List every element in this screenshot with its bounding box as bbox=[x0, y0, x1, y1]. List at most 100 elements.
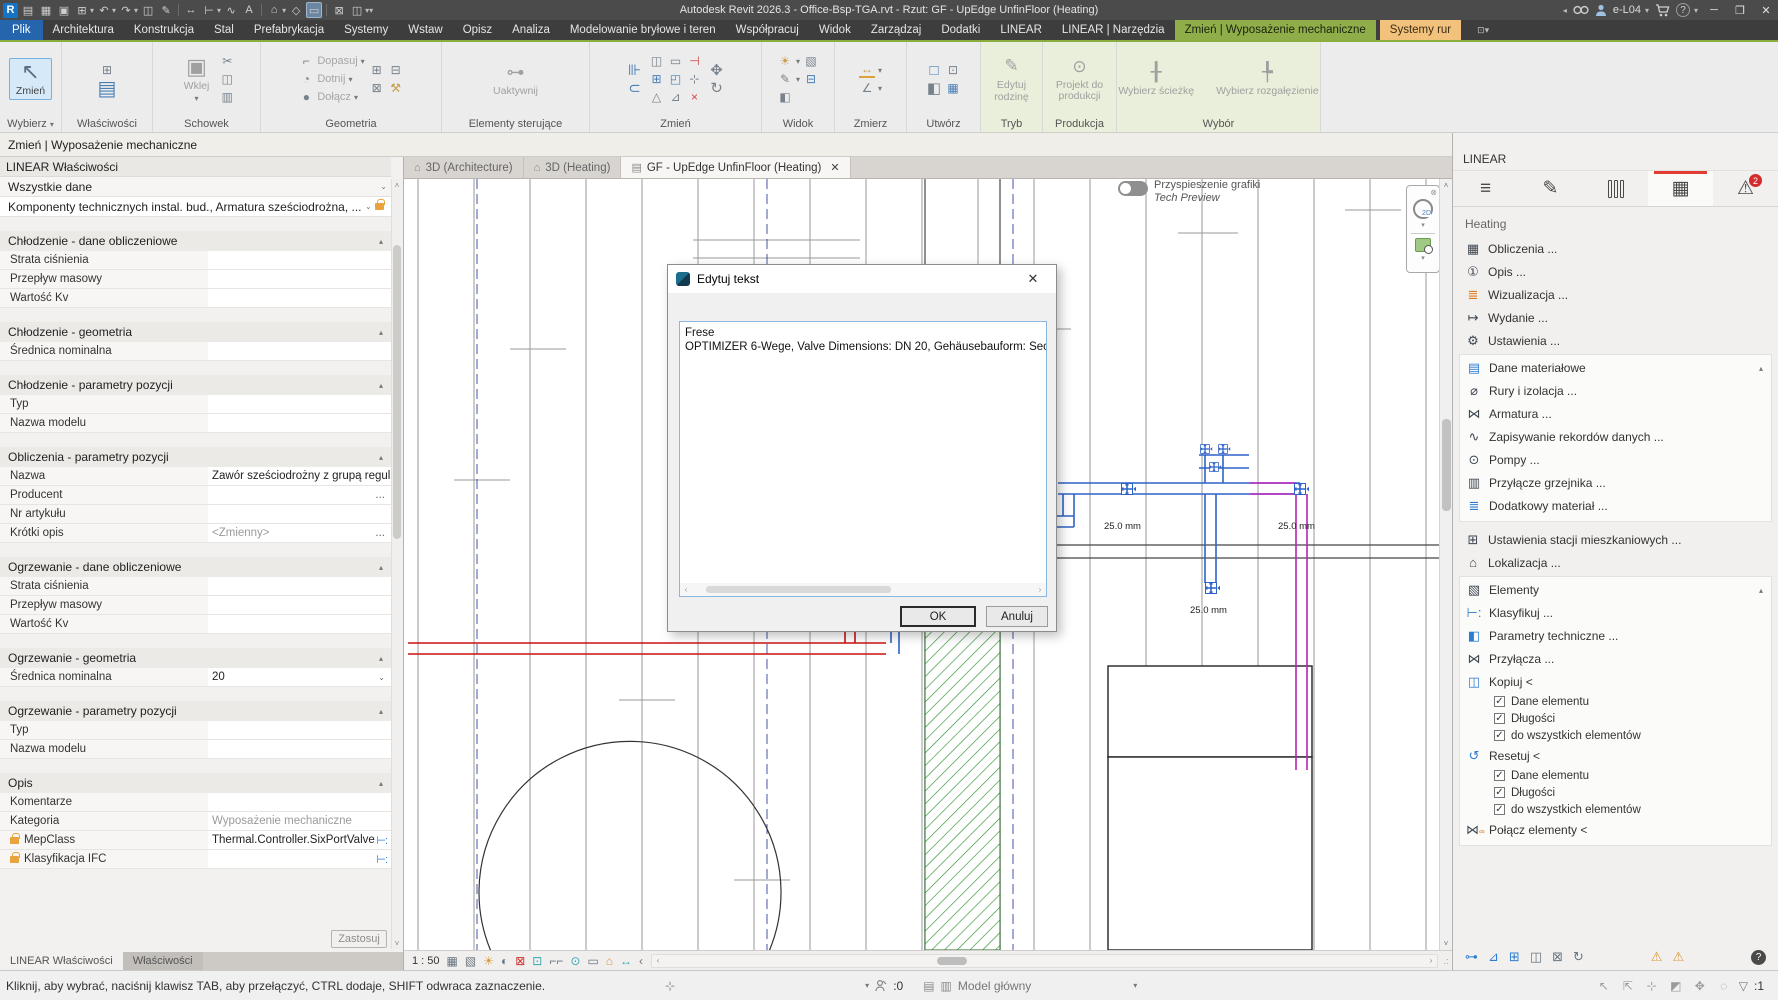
undo-caret-icon[interactable]: ▾ bbox=[112, 6, 116, 15]
dialog-close-icon[interactable]: ✕ bbox=[1018, 267, 1048, 291]
tab-wstaw[interactable]: Wstaw bbox=[398, 20, 453, 40]
scale-icon[interactable]: ⊿ bbox=[668, 89, 684, 105]
chevron-down-icon[interactable]: ▾ bbox=[1421, 254, 1425, 262]
resize-grip[interactable]: .: bbox=[1440, 956, 1452, 966]
select-branch-button[interactable]: ╄Wybierz rozgałęzienie bbox=[1210, 59, 1325, 99]
user-caret-icon[interactable]: ▾ bbox=[1645, 6, 1649, 15]
split-icon[interactable]: ◫ bbox=[649, 53, 665, 69]
trim-icon[interactable]: ⊣ bbox=[687, 53, 703, 69]
prop-value[interactable]: 20⌄ bbox=[208, 668, 391, 686]
prop-value[interactable] bbox=[208, 721, 391, 739]
scroll-left-icon[interactable]: ‹ bbox=[652, 955, 664, 967]
tab-plik[interactable]: Plik bbox=[0, 20, 43, 40]
browse-button[interactable]: ... bbox=[375, 527, 387, 539]
modify-icon[interactable]: ✎ bbox=[158, 2, 174, 18]
tab-linear[interactable]: LINEAR bbox=[990, 20, 1052, 40]
customize-qat-icon[interactable]: ▾ bbox=[369, 6, 373, 15]
checkbox-checked-icon[interactable]: ✓ bbox=[1494, 713, 1505, 724]
section-header[interactable]: Chłodzenie - dane obliczeniowe▴ bbox=[0, 231, 391, 251]
scroll-up-icon[interactable]: ˄ bbox=[1440, 179, 1452, 192]
tab-widok[interactable]: Widok bbox=[809, 20, 861, 40]
checkbox-checked-icon[interactable]: ✓ bbox=[1494, 696, 1505, 707]
create-assembly-icon[interactable]: ◧ bbox=[926, 80, 942, 96]
prop-value[interactable]: ... bbox=[208, 486, 391, 504]
menu-opis[interactable]: ①Opis ... bbox=[1459, 260, 1772, 283]
prop-value[interactable]: Zawór sześciodrożny z grupą regulacy bbox=[208, 467, 391, 485]
measure-along-icon[interactable]: ∠ bbox=[859, 80, 875, 96]
wall-joins-icon[interactable]: ⊞ bbox=[369, 62, 385, 78]
menu-rury-izolacja[interactable]: ⌀Rury i izolacja ... bbox=[1460, 379, 1771, 402]
array-icon[interactable]: ⊞ bbox=[649, 71, 665, 87]
redo-caret-icon[interactable]: ▾ bbox=[134, 6, 138, 15]
menu-przylacza[interactable]: ⋈Przyłącza ... bbox=[1460, 647, 1771, 670]
scrollbar-thumb[interactable] bbox=[393, 245, 401, 539]
drag-on-selection-icon[interactable]: ✥ bbox=[1691, 979, 1709, 993]
tab-wlasciwosci[interactable]: Właściwości bbox=[123, 952, 203, 970]
checkbox-dlugosci[interactable]: ✓Długości bbox=[1460, 710, 1771, 727]
tab-architektura[interactable]: Architektura bbox=[43, 20, 124, 40]
create-group-icon[interactable]: ⊡ bbox=[945, 62, 961, 78]
checkbox-checked-icon[interactable]: ✓ bbox=[1494, 787, 1505, 798]
box-3d-icon[interactable]: ▧ bbox=[803, 53, 819, 69]
align-icon[interactable]: ⊪ bbox=[627, 62, 643, 78]
select-run-button[interactable]: ╂Wybierz ścieżkę bbox=[1112, 59, 1200, 99]
checkbox-dane-elementu[interactable]: ✓Dane elementu bbox=[1460, 767, 1771, 784]
section-header[interactable]: Ogrzewanie - geometria▴ bbox=[0, 648, 391, 668]
scale-label[interactable]: 1 : 50 bbox=[412, 955, 440, 967]
active-design-option[interactable]: Model główny bbox=[958, 979, 1031, 993]
tab-menu[interactable]: ≡ bbox=[1453, 171, 1518, 206]
copy-element-icon[interactable]: ◰ bbox=[668, 71, 684, 87]
thin-lines-icon[interactable]: ▭ bbox=[306, 2, 322, 18]
mirror-icon[interactable]: △ bbox=[649, 89, 665, 105]
crop-view-icon[interactable]: ⊠ bbox=[515, 954, 525, 968]
collapse-bar-icon[interactable]: ‹ bbox=[639, 954, 643, 968]
apply-button[interactable]: Zastosuj bbox=[331, 930, 387, 948]
checkbox-checked-icon[interactable]: ✓ bbox=[1494, 770, 1505, 781]
section-header[interactable]: Ogrzewanie - dane obliczeniowe▴ bbox=[0, 557, 391, 577]
horizontal-scrollbar[interactable]: ‹ › bbox=[651, 954, 1438, 968]
menu-pompy[interactable]: ⊙Pompy ... bbox=[1460, 448, 1771, 471]
camera-icon[interactable]: ◧ bbox=[777, 89, 793, 105]
paste-button[interactable]: ▣Wklej▾ bbox=[178, 54, 216, 105]
beam-joins-icon[interactable]: ⊟ bbox=[388, 62, 404, 78]
menu-klasyfikuj[interactable]: ⊢:Klasyfikuj ... bbox=[1460, 601, 1771, 624]
text-icon[interactable]: A bbox=[241, 2, 257, 18]
prop-value[interactable] bbox=[208, 342, 391, 360]
file-icon[interactable]: ▤ bbox=[20, 2, 36, 18]
design-to-fabrication-button[interactable]: ⊙Projekt do produkcji bbox=[1047, 54, 1112, 104]
cope-icon[interactable]: ⌐ bbox=[298, 53, 314, 69]
prop-value[interactable] bbox=[208, 793, 391, 811]
tab-calculations[interactable]: ▦ bbox=[1648, 171, 1713, 206]
warnings-icon[interactable]: ⚠ bbox=[1651, 949, 1663, 965]
scroll-up-icon[interactable]: ˄ bbox=[392, 179, 402, 191]
prop-value[interactable] bbox=[208, 289, 391, 307]
scroll-down-icon[interactable]: ˅ bbox=[1440, 937, 1452, 950]
paint-icon[interactable]: ✎ bbox=[777, 71, 793, 87]
tab-opisz[interactable]: Opisz bbox=[453, 20, 502, 40]
edit-family-button[interactable]: ✎Edytuj rodzinę bbox=[985, 53, 1038, 105]
section-header[interactable]: Chłodzenie - geometria▴ bbox=[0, 322, 391, 342]
tab-systemy-rur[interactable]: Systemy rur bbox=[1380, 20, 1461, 40]
tab-zmien-wyposazenie[interactable]: Zmień | Wyposażenie mechaniczne bbox=[1175, 20, 1376, 40]
menu-rekordy[interactable]: ∿Zapisywanie rekordów danych ... bbox=[1460, 425, 1771, 448]
offset-icon[interactable]: ⊂ bbox=[627, 80, 643, 96]
scroll-left-icon[interactable]: ‹ bbox=[680, 585, 692, 594]
prop-value[interactable]: Wyposażenie mechaniczne bbox=[208, 812, 391, 830]
tab-konstrukcja[interactable]: Konstrukcja bbox=[124, 20, 204, 40]
menu-resetuj[interactable]: ↺Resetuj < bbox=[1460, 744, 1771, 767]
tab-library[interactable] bbox=[1583, 171, 1648, 206]
menu-dodatkowy-material[interactable]: ≣Dodatkowy materiał ... bbox=[1460, 494, 1771, 517]
move-icon[interactable]: ✥ bbox=[709, 62, 725, 78]
scrollbar-thumb[interactable] bbox=[706, 586, 891, 593]
prop-value[interactable] bbox=[208, 505, 391, 523]
revit-logo[interactable]: R bbox=[3, 3, 18, 18]
properties-palette-icon[interactable]: ▤ bbox=[99, 80, 115, 96]
textarea-horizontal-scrollbar[interactable]: ‹ › bbox=[680, 583, 1046, 596]
prop-value[interactable]: Thermal.Controller.SixPortValve⊢: bbox=[208, 831, 391, 849]
cut-geometry-icon[interactable]: ◔ bbox=[298, 71, 314, 87]
select-by-face-icon[interactable]: ◩ bbox=[1667, 979, 1685, 993]
chevron-down-icon[interactable]: ▾ bbox=[1421, 221, 1425, 229]
pin-icon[interactable]: ⊹ bbox=[687, 71, 703, 87]
tab-warnings[interactable]: ⚠2 bbox=[1713, 171, 1778, 206]
checkbox-wszystkie-elementy[interactable]: ✓do wszystkich elementów bbox=[1460, 801, 1771, 818]
